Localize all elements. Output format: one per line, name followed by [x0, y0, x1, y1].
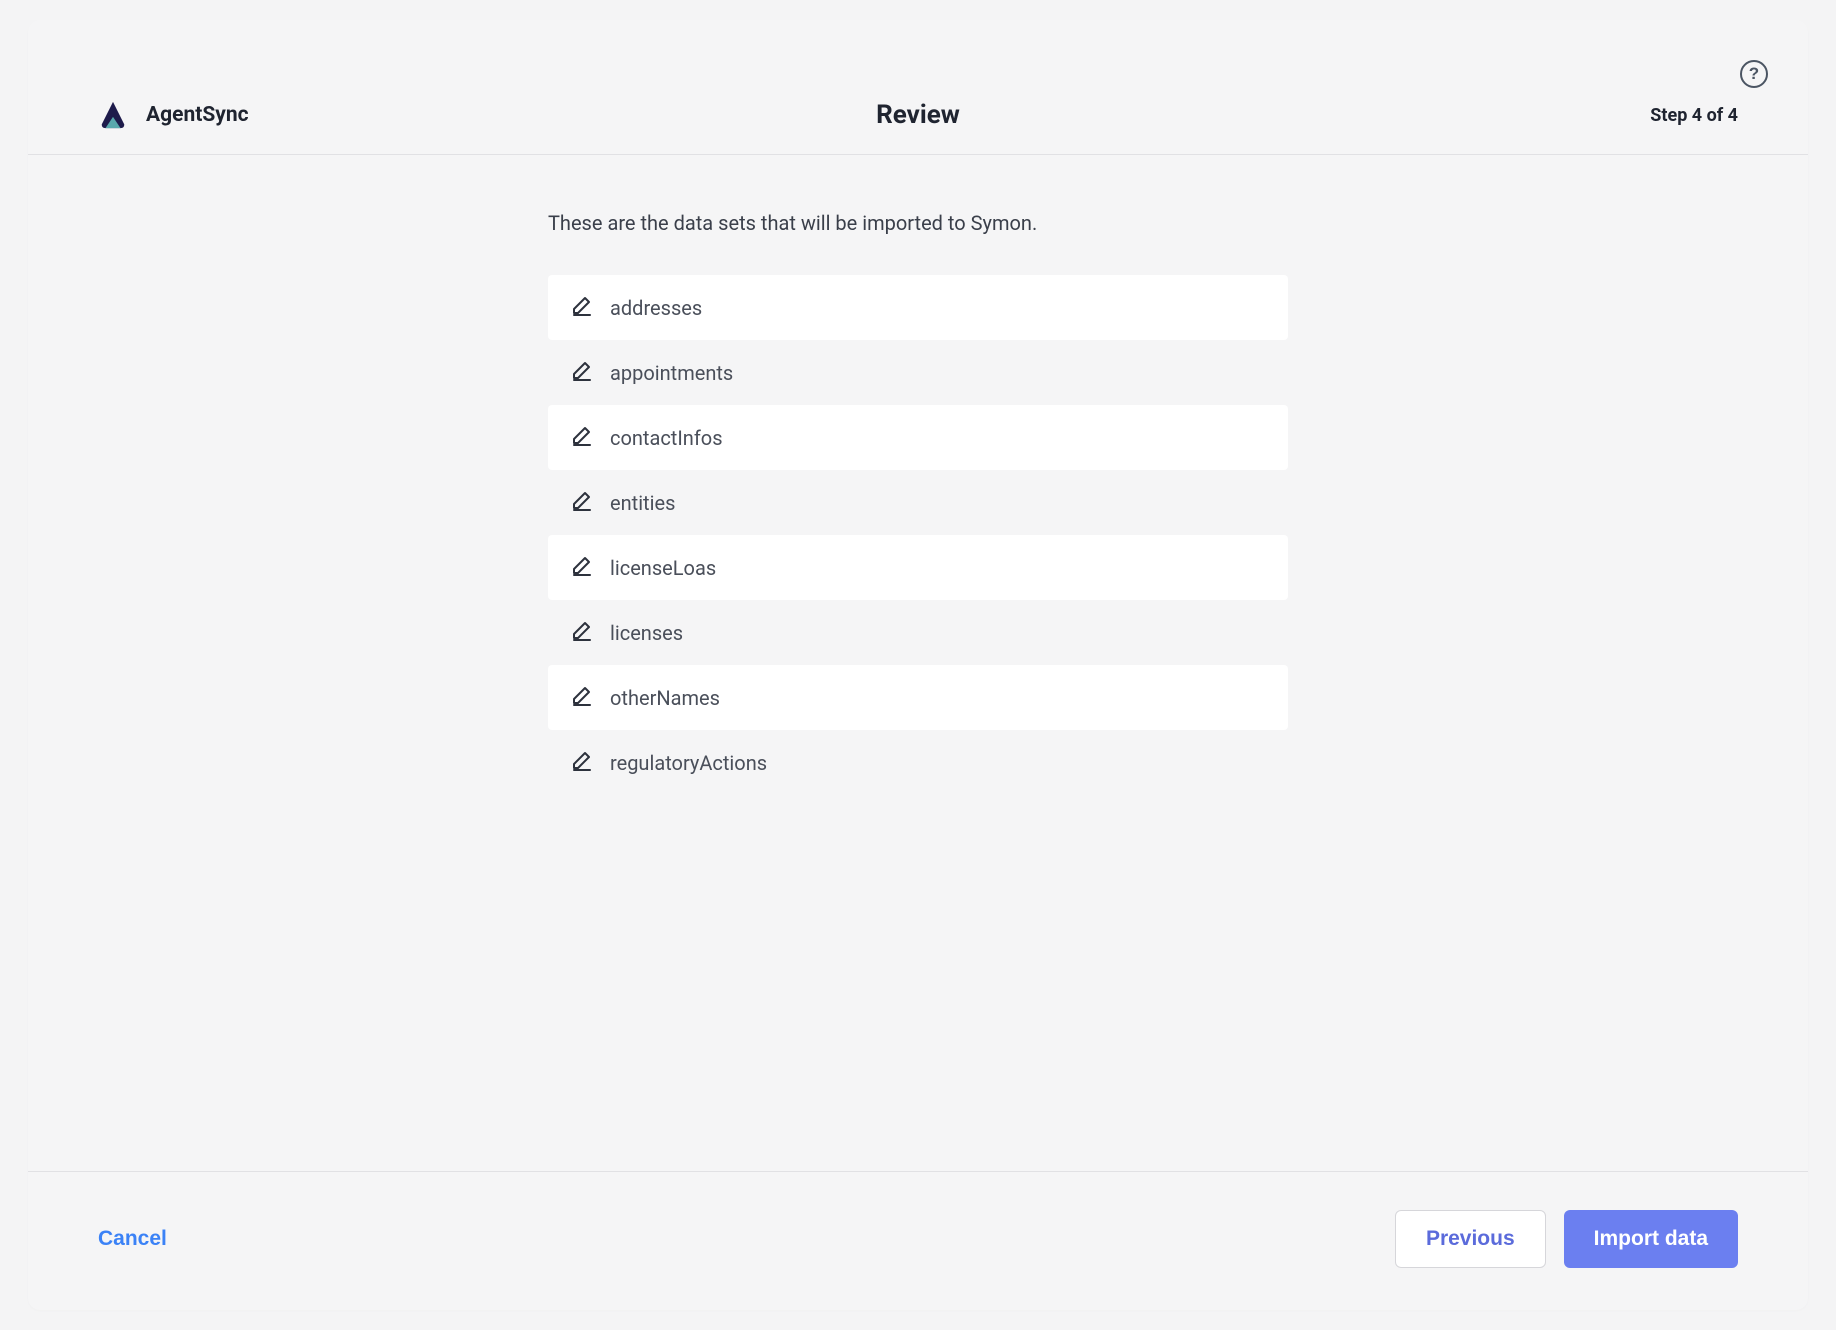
- step-indicator: Step 4 of 4: [1650, 105, 1738, 126]
- modal-footer: Cancel Previous Import data: [28, 1171, 1808, 1310]
- dataset-item[interactable]: licenseLoas: [548, 535, 1288, 600]
- dataset-item[interactable]: contactInfos: [548, 405, 1288, 470]
- dataset-item[interactable]: addresses: [548, 275, 1288, 340]
- edit-icon: [570, 488, 594, 517]
- content-description: These are the data sets that will be imp…: [548, 211, 1288, 235]
- import-data-button[interactable]: Import data: [1564, 1210, 1738, 1268]
- page-title: Review: [876, 100, 960, 130]
- modal-header: AgentSync Review Step 4 of 4: [28, 20, 1808, 155]
- dataset-item[interactable]: otherNames: [548, 665, 1288, 730]
- dataset-item-label: entities: [610, 491, 675, 515]
- dataset-item[interactable]: appointments: [548, 340, 1288, 405]
- header-left: AgentSync: [98, 100, 249, 130]
- dataset-item-label: regulatoryActions: [610, 751, 767, 775]
- dataset-item-label: licenseLoas: [610, 556, 716, 580]
- dataset-item-label: addresses: [610, 296, 702, 320]
- edit-icon: [570, 293, 594, 322]
- edit-icon: [570, 553, 594, 582]
- dataset-item-label: appointments: [610, 361, 733, 385]
- dataset-item[interactable]: licenses: [548, 600, 1288, 665]
- edit-icon: [570, 618, 594, 647]
- help-button[interactable]: ?: [1740, 60, 1768, 88]
- modal-content: These are the data sets that will be imp…: [28, 155, 1808, 1171]
- dataset-item[interactable]: entities: [548, 470, 1288, 535]
- dataset-item-label: licenses: [610, 621, 683, 645]
- edit-icon: [570, 683, 594, 712]
- previous-button[interactable]: Previous: [1395, 1210, 1546, 1268]
- dataset-item-label: otherNames: [610, 686, 720, 710]
- dataset-list: addresses appointments contactInfos enti…: [548, 275, 1288, 795]
- dataset-item-label: contactInfos: [610, 426, 723, 450]
- review-modal: ? AgentSync Review Step 4 of 4 These are…: [28, 20, 1808, 1310]
- agentsync-logo-icon: [98, 100, 128, 130]
- dataset-item[interactable]: regulatoryActions: [548, 730, 1288, 795]
- edit-icon: [570, 748, 594, 777]
- help-icon: ?: [1749, 64, 1759, 84]
- edit-icon: [570, 358, 594, 387]
- edit-icon: [570, 423, 594, 452]
- app-name: AgentSync: [146, 103, 249, 127]
- cancel-button[interactable]: Cancel: [98, 1227, 167, 1251]
